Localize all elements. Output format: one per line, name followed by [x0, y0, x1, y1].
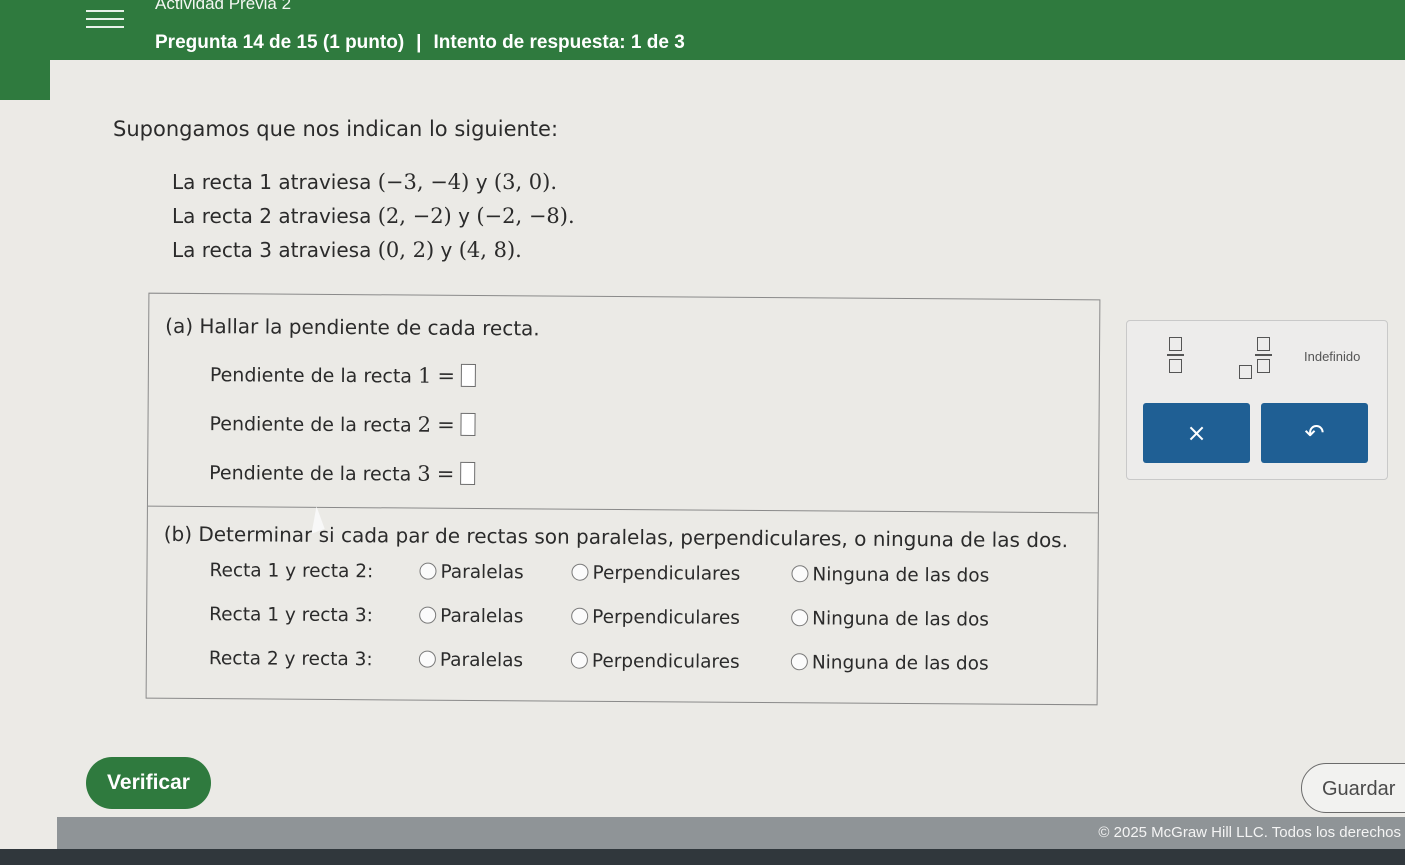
pair-1-2-parallel-option[interactable]: Paralelas — [419, 562, 524, 583]
footer-bar: © 2025 McGraw Hill LLC. Todos los derech… — [57, 817, 1405, 849]
pair-label: Recta 1 y recta 3: — [209, 604, 374, 627]
line-1-point-1: (−3, −4) — [377, 170, 470, 194]
slope-row-1: Pendiente de la recta 1 = — [210, 362, 477, 388]
radio-button[interactable] — [419, 562, 437, 580]
line-2-point-1: (2, −2) — [377, 204, 452, 228]
slope-row-2: Pendiente de la recta 2 = — [209, 411, 476, 437]
line-definition-1: La recta 1 atraviesa (−3, −4) y (3, 0). — [172, 170, 558, 194]
undo-button[interactable]: ↶ — [1261, 403, 1368, 463]
radio-button[interactable] — [791, 609, 809, 627]
line-1-point-2: (3, 0). — [493, 170, 558, 194]
mixed-number-icon — [1239, 364, 1252, 379]
question-info: Pregunta 14 de 15 (1 punto) | Intento de r… — [155, 32, 685, 54]
mixed-number-button[interactable] — [1239, 337, 1272, 379]
pair-label: Recta 2 y recta 3: — [208, 648, 373, 671]
pair-1-2-perpendicular-option[interactable]: Perpendiculares — [571, 563, 740, 585]
verify-button[interactable]: Verificar — [86, 757, 211, 809]
slope-3-input[interactable] — [460, 461, 476, 485]
problem-box: (a) Hallar la pendiente de cada recta. P… — [145, 292, 1101, 706]
fraction-button[interactable] — [1167, 337, 1184, 377]
undo-icon: ↶ — [1304, 419, 1325, 447]
slope-2-input[interactable] — [460, 412, 476, 436]
radio-button[interactable] — [571, 563, 589, 581]
line-3-point-2: (4, 8). — [458, 238, 522, 262]
os-taskbar — [0, 849, 1405, 865]
question-number-label: Pregunta 14 de 15 (1 punto) — [155, 32, 405, 53]
line-2-point-2: (−2, −8). — [476, 204, 575, 228]
header-separator: | — [416, 32, 422, 53]
radio-button[interactable] — [791, 565, 809, 583]
radio-button[interactable] — [571, 607, 589, 625]
copyright-text: © 2025 McGraw Hill LLC. Todos los derech… — [1098, 824, 1401, 841]
attempt-label: Intento de respuesta: 1 de 3 — [433, 32, 685, 53]
part-b-title: (b) Determinar si cada par de rectas son… — [163, 521, 1069, 553]
radio-button[interactable] — [419, 606, 437, 624]
radio-button[interactable] — [418, 650, 436, 668]
problem-intro: Supongamos que nos indican lo siguiente: — [113, 117, 559, 141]
save-button[interactable]: Guardar — [1301, 763, 1405, 813]
activity-title: Actividad Previa 2 — [155, 0, 292, 13]
pair-1-2-neither-option[interactable]: Ninguna de las dos — [791, 564, 989, 587]
clear-icon: × — [1186, 419, 1207, 447]
line-definition-2: La recta 2 atraviesa (2, −2) y (−2, −8). — [172, 204, 575, 228]
slope-1-input[interactable] — [460, 363, 477, 387]
pair-2-3-perpendicular-option[interactable]: Perpendiculares — [570, 651, 740, 673]
hamburger-menu-icon[interactable] — [86, 4, 124, 34]
clear-button[interactable]: × — [1143, 403, 1250, 463]
radio-button[interactable] — [790, 653, 808, 671]
math-toolbox: Indefinido × ↶ — [1126, 320, 1388, 480]
line-definition-3: La recta 3 atraviesa (0, 2) y (4, 8). — [172, 238, 522, 262]
pair-2-3-neither-option[interactable]: Ninguna de las dos — [790, 652, 989, 675]
pair-2-3-parallel-option[interactable]: Paralelas — [418, 650, 523, 671]
line-3-point-1: (0, 2) — [377, 238, 435, 262]
pair-label: Recta 1 y recta 2: — [209, 560, 374, 583]
line-definitions: La recta 1 atraviesa (−3, −4) y (3, 0). … — [172, 165, 575, 267]
part-a-section: (a) Hallar la pendiente de cada recta. P… — [147, 293, 1100, 514]
part-a-title: (a) Hallar la pendiente de cada recta. — [165, 313, 540, 341]
pair-1-3-perpendicular-option[interactable]: Perpendiculares — [571, 607, 740, 629]
radio-button[interactable] — [570, 651, 588, 669]
pair-1-3-neither-option[interactable]: Ninguna de las dos — [791, 608, 989, 631]
pair-1-3-parallel-option[interactable]: Paralelas — [419, 606, 523, 627]
undefined-button[interactable]: Indefinido — [1304, 349, 1360, 364]
fraction-icon — [1167, 337, 1184, 373]
slope-row-3: Pendiente de la recta 3 = — [209, 460, 476, 486]
